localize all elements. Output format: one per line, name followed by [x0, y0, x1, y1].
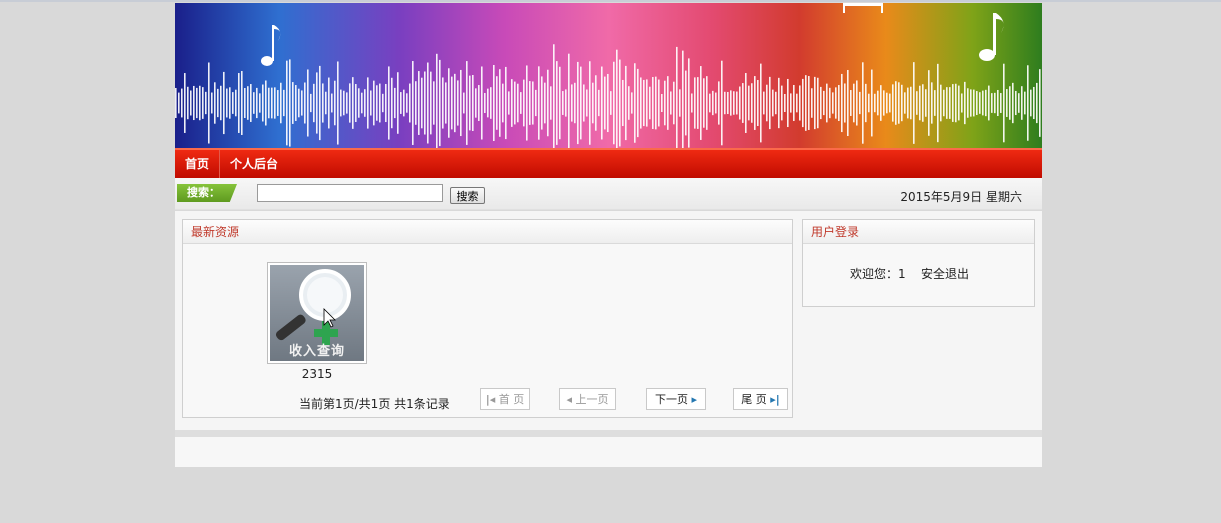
- resource-thumbnail-image: 收入查询: [270, 265, 364, 361]
- content-footer-divider: [175, 430, 1042, 437]
- next-page-button[interactable]: 下一页 ▸: [646, 388, 706, 410]
- first-page-icon: |◂: [485, 393, 496, 406]
- logout-link[interactable]: 安全退出: [921, 265, 969, 282]
- thumbnail-caption: 收入查询: [288, 344, 345, 359]
- next-page-icon: ▸: [691, 393, 698, 406]
- resource-thumbnail[interactable]: 收入查询: [267, 262, 367, 364]
- search-bar: 搜索： 搜索 2015年5月9日 星期六: [175, 178, 1042, 210]
- first-page-label: 首 页: [498, 393, 525, 406]
- pager-info: 当前第1页/共1页 共1条记录: [299, 397, 450, 411]
- nav-home[interactable]: 首页: [175, 150, 221, 178]
- user-login-panel: 用户登录 欢迎您：1 安全退出: [802, 219, 1035, 307]
- current-date: 2015年5月9日 星期六: [900, 190, 1022, 204]
- main-navigation: 首页 个人后台: [175, 148, 1042, 178]
- page-container: 首页 个人后台 搜索： 搜索 2015年5月9日 星期六: [175, 3, 1042, 210]
- welcome-text: 欢迎您：1: [850, 267, 906, 281]
- window-top-border: [0, 0, 1221, 2]
- last-page-label: 尾 页: [741, 393, 767, 406]
- user-login-title: 用户登录: [803, 220, 1034, 244]
- search-input[interactable]: [257, 184, 443, 202]
- prev-page-button[interactable]: ◂ 上一页: [559, 388, 616, 410]
- search-button[interactable]: 搜索: [450, 187, 485, 204]
- nav-personal-backend[interactable]: 个人后台: [220, 150, 288, 178]
- resource-label[interactable]: 2315: [267, 367, 367, 381]
- prev-page-icon: ◂: [566, 393, 573, 406]
- site-banner: [175, 3, 1042, 148]
- music-note-icon: [261, 25, 281, 66]
- last-page-icon: ▸|: [770, 393, 780, 406]
- next-page-label: 下一页: [654, 393, 688, 406]
- first-page-button[interactable]: |◂ 首 页: [480, 388, 530, 410]
- last-page-button[interactable]: 尾 页 ▸|: [733, 388, 788, 410]
- main-content: 最新资源 收入查询 2315 当前第1页/共1页 共1条记录 |◂ 首 页 ◂ …: [175, 211, 1042, 430]
- page-footer: [175, 437, 1042, 467]
- latest-resources-panel: 最新资源 收入查询 2315 当前第1页/共1页 共1条记录 |◂ 首 页 ◂ …: [182, 219, 793, 418]
- music-notes-top-icon: [843, 3, 883, 13]
- search-label: 搜索：: [177, 184, 237, 202]
- latest-resources-title: 最新资源: [183, 220, 792, 244]
- prev-page-label: 上一页: [575, 393, 609, 406]
- music-note-icon-right: [979, 13, 1004, 61]
- sound-wave-graphic: [175, 3, 1041, 148]
